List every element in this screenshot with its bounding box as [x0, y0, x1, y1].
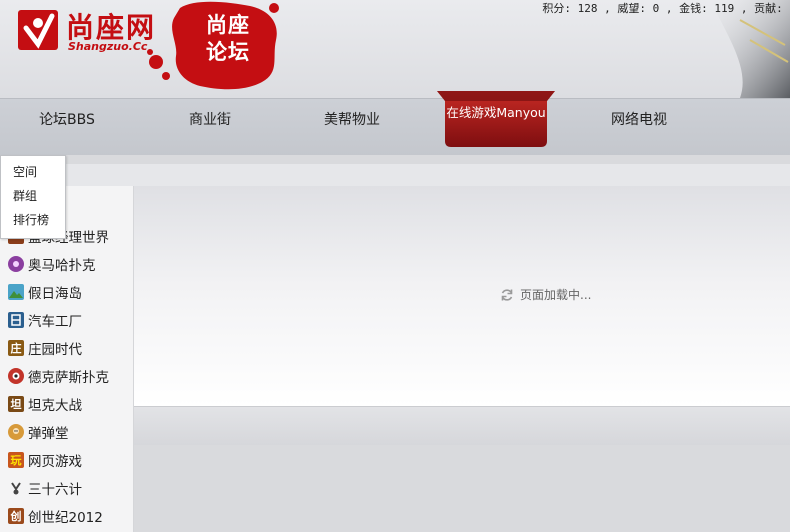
nav-item-commerce[interactable]: 商业街 — [173, 99, 247, 141]
car-factory-icon — [8, 312, 24, 328]
nav-item-bbs[interactable]: 论坛BBS — [30, 99, 104, 141]
strategy-icon — [8, 480, 24, 496]
page-bottom-area — [134, 445, 790, 532]
menu-item-rankings[interactable]: 排行榜 — [13, 208, 49, 232]
nav-label: 网络电视 — [611, 112, 667, 128]
menu-item-space[interactable]: 空间 — [13, 160, 37, 184]
poker-ball-icon — [8, 368, 24, 384]
game-label: 三十六计 — [28, 482, 82, 498]
nav-item-online-games[interactable]: 在线游戏Manyou — [437, 91, 555, 147]
game-label: 德克萨斯扑克 — [28, 370, 109, 386]
forum-badge-line-2: 论坛 — [206, 40, 250, 64]
list-item-game-9[interactable]: 玩 网页游戏 — [0, 446, 133, 474]
manor-icon: 庄 — [8, 340, 24, 356]
tank-icon: 坦 — [8, 396, 24, 412]
logo-mark-icon — [18, 10, 58, 50]
nav-item-tv[interactable]: 网络电视 — [602, 99, 676, 141]
forum-badge[interactable]: 尚座 论坛 — [140, 0, 290, 98]
game-label: 坦克大战 — [28, 398, 82, 414]
list-item-game-3[interactable]: 假日海岛 — [0, 278, 133, 306]
list-item-game-4[interactable]: 汽车工厂 — [0, 306, 133, 334]
play-icon: 玩 — [8, 452, 24, 468]
island-icon — [8, 284, 24, 300]
game-label: 弹弹堂 — [28, 426, 69, 442]
game-label: 汽车工厂 — [28, 314, 82, 330]
loading-text: 页面加载中... — [520, 288, 592, 302]
list-item-game-2[interactable]: 奥马哈扑克 — [0, 250, 133, 278]
game-label: 庄园时代 — [28, 342, 82, 358]
nav-item-property[interactable]: 美帮物业 — [315, 99, 389, 141]
site-header: 尚座网 Shangzuo.Cc 尚座 论坛 积分: 128 , 威望: 0 , … — [0, 0, 790, 98]
game-label: 奥马哈扑克 — [28, 258, 96, 274]
menu-item-groups[interactable]: 群组 — [13, 184, 37, 208]
forum-badge-line-1: 尚座 — [206, 13, 250, 37]
list-item-game-5[interactable]: 庄 庄园时代 — [0, 334, 133, 362]
game-label: 创世纪2012 — [28, 510, 103, 526]
nav-label: 论坛BBS — [39, 112, 95, 128]
game-label: 假日海岛 — [28, 286, 82, 302]
nav-label: 商业街 — [189, 112, 231, 128]
loading-indicator: 页面加载中... — [500, 286, 591, 303]
character-icon — [8, 424, 24, 440]
nav-dropdown-menu: 空间 群组 排行榜 — [0, 155, 66, 239]
genesis-icon: 创 — [8, 508, 24, 524]
content-footer-bar — [134, 406, 790, 446]
list-item-game-6[interactable]: 德克萨斯扑克 — [0, 362, 133, 390]
list-item-game-7[interactable]: 坦 坦克大战 — [0, 390, 133, 418]
list-item-game-8[interactable]: 弹弹堂 — [0, 418, 133, 446]
nav-label: 美帮物业 — [324, 112, 380, 128]
list-item-game-10[interactable]: 三十六计 — [0, 474, 133, 502]
nav-sub-strip — [0, 155, 790, 164]
main-nav: 论坛BBS 商业街 美帮物业 在线游戏Manyou 网络电视 — [0, 91, 790, 156]
user-stats: 积分: 128 , 威望: 0 , 金钱: 119 , 贡献: 0 — [542, 2, 790, 15]
refresh-icon — [501, 288, 513, 301]
nav-label: 在线游戏Manyou — [446, 105, 546, 120]
logo-english-text: Shangzuo.Cc — [68, 40, 148, 53]
list-item-game-11[interactable]: 创 创世纪2012 — [0, 502, 133, 530]
game-label: 网页游戏 — [28, 454, 82, 470]
game-content-area: 页面加载中... — [134, 186, 790, 406]
poker-chip-icon — [8, 256, 24, 272]
